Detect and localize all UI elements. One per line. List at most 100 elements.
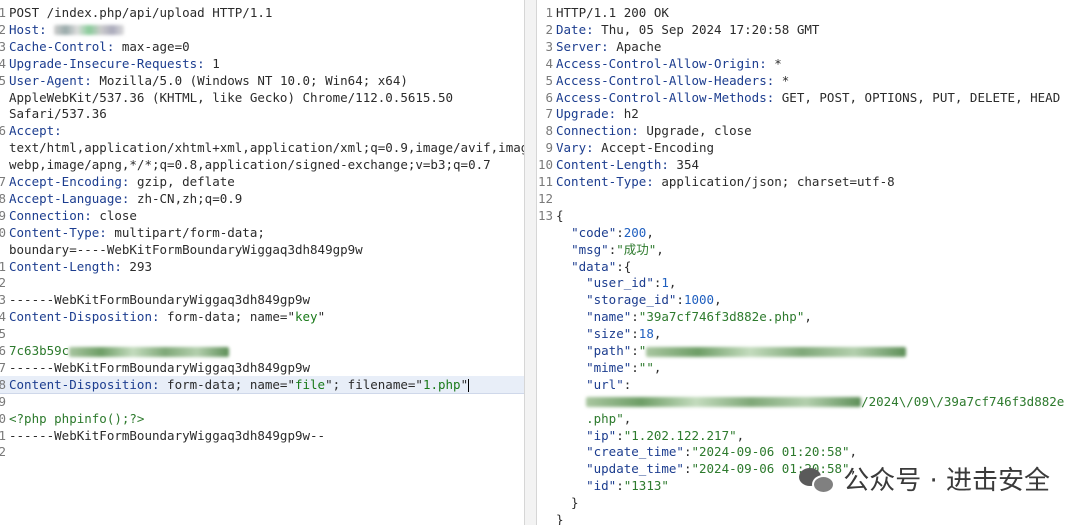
response-line[interactable]: 2 Date: Thu, 05 Sep 2024 17:20:58 GMT bbox=[537, 21, 1080, 38]
request-line[interactable]: 8 Content-Disposition: form-data; name="f… bbox=[0, 375, 524, 394]
response-line[interactable]: 7 Upgrade: h2 bbox=[537, 105, 1080, 122]
line-number: 5 bbox=[0, 326, 6, 342]
request-line[interactable]: Safari/537.36 bbox=[0, 105, 524, 122]
response-line[interactable]: 10 Content-Length: 354 bbox=[537, 156, 1080, 173]
line-number: 5 bbox=[0, 72, 6, 88]
code-token: , bbox=[668, 275, 677, 291]
response-line[interactable]: "url": bbox=[537, 376, 1080, 393]
code-token: Vary: bbox=[556, 140, 594, 156]
response-line[interactable]: 13{ bbox=[537, 207, 1080, 224]
code-token: : bbox=[616, 224, 624, 240]
request-line[interactable]: AppleWebKit/537.36 (KHTML, like Gecko) C… bbox=[0, 89, 524, 106]
request-line[interactable]: 7 Accept-Encoding: gzip, deflate bbox=[0, 173, 524, 190]
request-line[interactable]: 0 <?php phpinfo();?> bbox=[0, 410, 524, 427]
request-line[interactable]: 2 bbox=[0, 443, 524, 460]
request-line[interactable]: 2 bbox=[0, 274, 524, 291]
code-token: "create_time" bbox=[586, 444, 684, 460]
response-line[interactable]: "ip":"1.202.122.217", bbox=[537, 427, 1080, 444]
response-line[interactable]: /2024\/09\/39a7cf746f3d882e bbox=[537, 393, 1080, 410]
response-line[interactable]: .php", bbox=[537, 410, 1080, 427]
request-line[interactable]: webp,image/apng,*/*;q=0.8,application/si… bbox=[0, 156, 524, 173]
response-line[interactable]: } bbox=[537, 511, 1080, 525]
code-token: : bbox=[631, 309, 639, 325]
request-line[interactable]: 1 ------WebKitFormBoundaryWiggaq3dh849gp9… bbox=[0, 427, 524, 444]
request-line[interactable]: 6 Accept: bbox=[0, 122, 524, 139]
response-line[interactable]: "storage_id":1000, bbox=[537, 291, 1080, 308]
request-line[interactable]: 9 bbox=[0, 393, 524, 410]
request-line[interactable]: 1 POST /index.php/api/upload HTTP/1.1 bbox=[0, 4, 524, 21]
line-number: 6 bbox=[545, 89, 553, 105]
code-token: "mime" bbox=[586, 359, 632, 375]
code-token: "ip" bbox=[586, 427, 617, 443]
code-token: : bbox=[631, 326, 639, 342]
request-line[interactable]: 4 Content-Disposition: form-data; name="k… bbox=[0, 308, 524, 325]
code-token: Safari/537.36 bbox=[9, 106, 107, 122]
response-line[interactable]: "create_time":"2024-09-06 01:20:58", bbox=[537, 443, 1080, 460]
pane-splitter[interactable] bbox=[524, 0, 537, 525]
response-line[interactable]: "path":" bbox=[537, 342, 1080, 359]
code-token: Upgrade: bbox=[556, 106, 617, 122]
response-line[interactable]: 5 Access-Control-Allow-Headers: * bbox=[537, 72, 1080, 89]
request-line[interactable]: 5 bbox=[0, 325, 524, 342]
response-line[interactable]: 8 Connection: Upgrade, close bbox=[537, 122, 1080, 139]
response-line[interactable]: 6 Access-Control-Allow-Methods: GET, POST… bbox=[537, 89, 1080, 106]
line-number: 0 bbox=[0, 224, 6, 240]
code-token: 1000 bbox=[683, 292, 715, 308]
line-number: 8 bbox=[0, 190, 6, 206]
response-line[interactable]: 11 Content-Type: application/json; charse… bbox=[537, 173, 1080, 190]
response-line[interactable]: 12 bbox=[537, 190, 1080, 207]
response-line[interactable]: "msg":"成功", bbox=[537, 241, 1080, 258]
code-token: 7c63b59c bbox=[9, 343, 70, 358]
code-token: * bbox=[774, 72, 790, 88]
response-line[interactable]: "code":200, bbox=[537, 224, 1080, 241]
code-token: Connection: bbox=[556, 123, 639, 139]
response-line[interactable]: "data":{ bbox=[537, 258, 1080, 275]
request-line[interactable]: 8 Accept-Language: zh-CN,zh;q=0.9 bbox=[0, 190, 524, 207]
response-line[interactable]: 9 Vary: Accept-Encoding bbox=[537, 139, 1080, 156]
response-line[interactable]: "user_id":1, bbox=[537, 274, 1080, 291]
code-token: "user_id" bbox=[586, 275, 654, 291]
request-editor[interactable]: 1 POST /index.php/api/upload HTTP/1.1 2 Hos… bbox=[0, 0, 524, 525]
line-number: 4 bbox=[0, 55, 6, 71]
line-number: 2 bbox=[0, 21, 6, 37]
request-line[interactable]: 3 ------WebKitFormBoundaryWiggaq3dh849gp9… bbox=[0, 291, 524, 308]
code-token: 1.php bbox=[422, 376, 461, 392]
request-line[interactable]: 9 Connection: close bbox=[0, 207, 524, 224]
code-token: text/html,application/xhtml+xml,applicat… bbox=[9, 140, 524, 156]
code-token: : bbox=[623, 376, 632, 392]
line-number: 4 bbox=[545, 55, 553, 71]
line-number: 1 bbox=[0, 427, 6, 443]
code-token: Upgrade, close bbox=[638, 123, 752, 139]
response-viewer[interactable]: 1 HTTP/1.1 200 OK 2 Date: Thu, 05 Sep 2024 … bbox=[537, 0, 1080, 525]
request-line[interactable]: 1 Content-Length: 293 bbox=[0, 258, 524, 275]
response-line[interactable]: "mime":"", bbox=[537, 359, 1080, 376]
line-number: 5 bbox=[545, 72, 553, 88]
request-line[interactable]: 7 ------WebKitFormBoundaryWiggaq3dh849gp9… bbox=[0, 359, 524, 376]
code-token: boundary=----WebKitFormBoundaryWiggaq3dh… bbox=[9, 241, 363, 257]
request-line[interactable]: 6 7c63b59c bbox=[0, 342, 524, 359]
request-line[interactable]: 2 Host: bbox=[0, 21, 524, 38]
line-number: 6 bbox=[0, 343, 6, 358]
response-line[interactable]: 4 Access-Control-Allow-Origin: * bbox=[537, 55, 1080, 72]
request-line[interactable]: 5 User-Agent: Mozilla/5.0 (Windows NT 10.… bbox=[0, 72, 524, 89]
code-token: } bbox=[556, 495, 579, 511]
code-token: : bbox=[616, 427, 624, 443]
code-token: , bbox=[804, 309, 812, 325]
request-line[interactable]: boundary=----WebKitFormBoundaryWiggaq3dh… bbox=[0, 241, 524, 258]
request-line[interactable]: 4 Upgrade-Insecure-Requests: 1 bbox=[0, 55, 524, 72]
response-line[interactable]: "size":18, bbox=[537, 325, 1080, 342]
code-token: "name" bbox=[586, 309, 632, 325]
response-line[interactable]: 1 HTTP/1.1 200 OK bbox=[537, 4, 1080, 21]
line-number: 7 bbox=[545, 106, 553, 122]
request-line[interactable]: 3 Cache-Control: max-age=0 bbox=[0, 38, 524, 55]
line-number: 11 bbox=[537, 174, 553, 189]
request-line[interactable]: text/html,application/xhtml+xml,applicat… bbox=[0, 139, 524, 156]
response-line[interactable]: 3 Server: Apache bbox=[537, 38, 1080, 55]
line-number: 7 bbox=[0, 359, 6, 375]
code-token: , bbox=[714, 292, 722, 308]
request-line[interactable]: 0 Content-Type: multipart/form-data; bbox=[0, 224, 524, 241]
response-line[interactable]: "name":"39a7cf746f3d882e.php", bbox=[537, 308, 1080, 325]
code-token: POST /index.php/api/upload HTTP/1.1 bbox=[9, 5, 273, 20]
line-number: 4 bbox=[0, 309, 6, 325]
